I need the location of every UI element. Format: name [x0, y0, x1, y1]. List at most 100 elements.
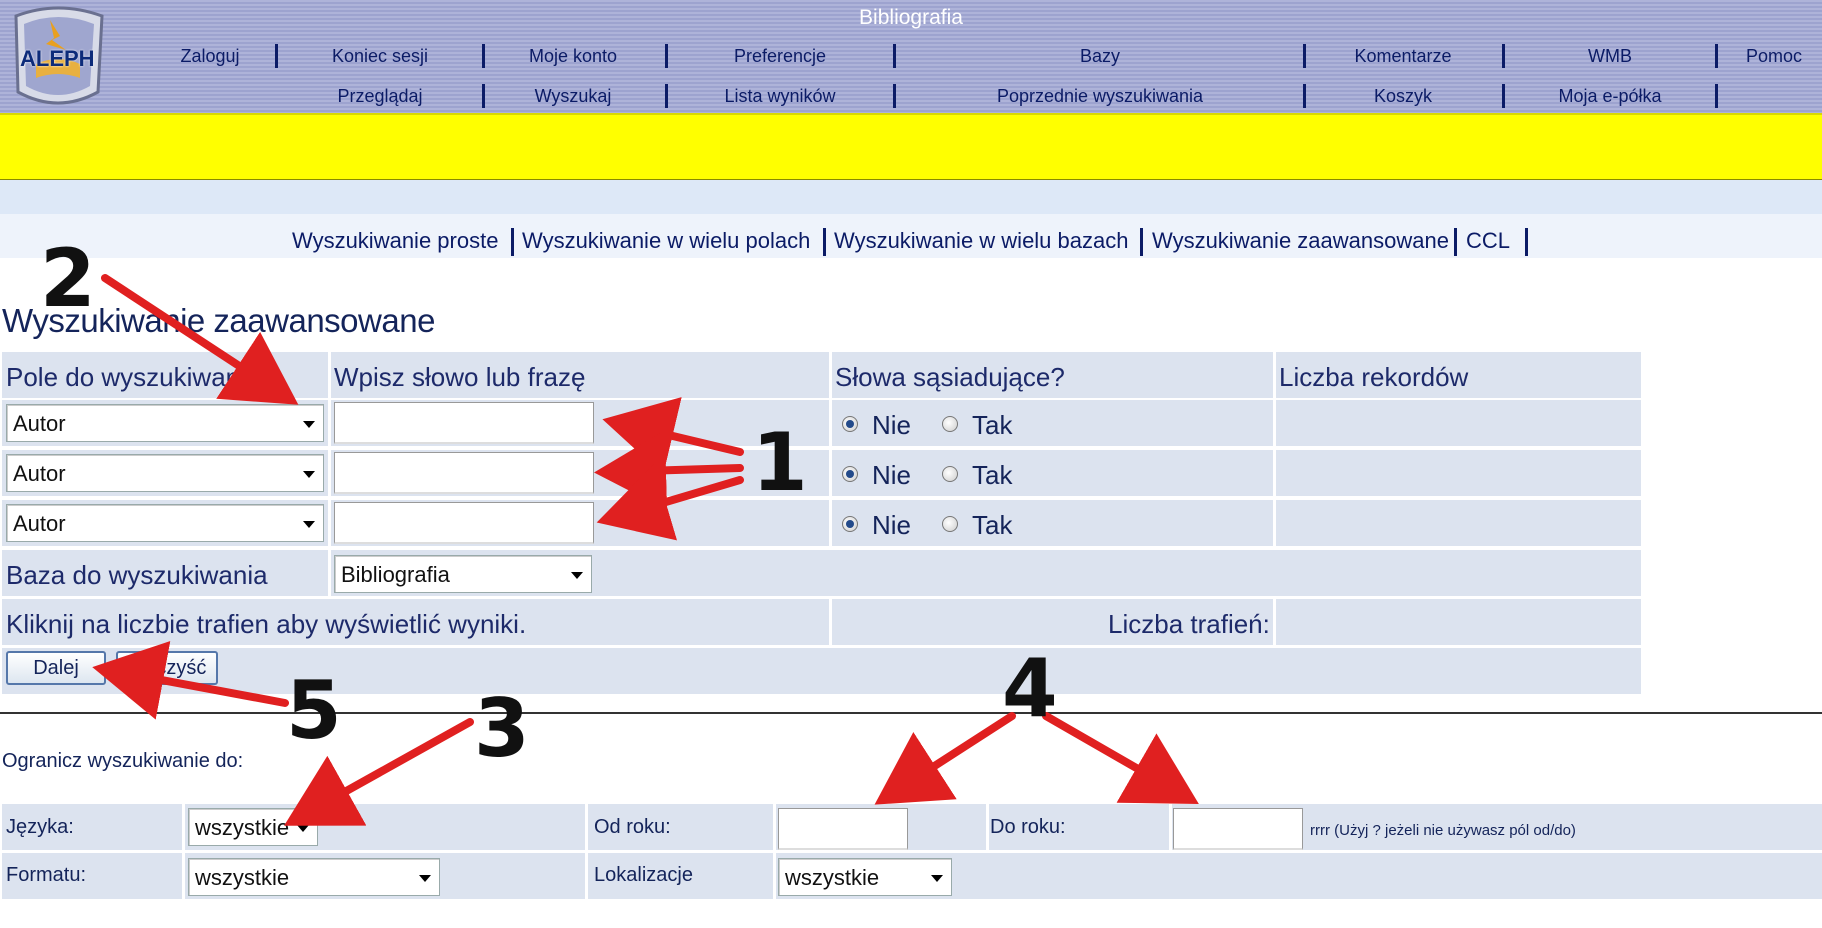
col-header-adjacent: Słowa sąsiadujące? — [835, 362, 1065, 392]
field-select-2[interactable]: Autor — [6, 454, 324, 492]
to-year-input[interactable] — [1173, 808, 1303, 850]
subnav-separator — [1454, 228, 1457, 256]
format-label: Formatu: — [6, 864, 87, 886]
language-label: Języka: — [6, 816, 74, 838]
nav-wmb[interactable]: WMB — [1588, 46, 1632, 67]
nav-results-list[interactable]: Lista wyników — [724, 86, 835, 107]
search-type-nav: Wyszukiwanie proste Wyszukiwanie w wielu… — [0, 214, 1822, 258]
field-select-value: Autor — [13, 511, 66, 536]
nav-separator — [482, 84, 485, 108]
nav-separator — [665, 84, 668, 108]
language-select-value: wszystkie — [195, 815, 290, 840]
radio-label-yes: Tak — [972, 510, 1013, 540]
nav-databases[interactable]: Bazy — [1080, 46, 1120, 67]
base-label: Baza do wyszukiwania — [6, 560, 268, 590]
dropdown-arrow-icon — [303, 471, 315, 478]
tab-simple-search[interactable]: Wyszukiwanie proste — [292, 228, 498, 254]
nav-comments[interactable]: Komentarze — [1354, 46, 1451, 67]
nav-help[interactable]: Pomoc — [1746, 46, 1802, 67]
header-bar: Bibliografia ALEPH Zaloguj Koniec sesji … — [0, 0, 1822, 113]
dropdown-arrow-icon — [419, 875, 431, 882]
annotation-1: 1 — [752, 416, 808, 509]
limit-title: Ogranicz wyszukiwanie do: — [2, 750, 244, 772]
annotation-5: 5 — [286, 664, 342, 757]
location-select-value: wszystkie — [785, 865, 880, 890]
annotation-4: 4 — [1002, 642, 1058, 735]
subnav-separator — [511, 228, 514, 256]
nav-separator — [482, 44, 485, 68]
base-select-value: Bibliografia — [341, 562, 450, 587]
tab-multi-field-search[interactable]: Wyszukiwanie w wielu polach — [522, 228, 810, 254]
field-select-1[interactable]: Autor — [6, 404, 324, 442]
base-select[interactable]: Bibliografia — [334, 555, 592, 593]
nav-separator — [893, 84, 896, 108]
from-year-label: Od roku: — [594, 816, 671, 838]
nav-search[interactable]: Wyszukaj — [535, 86, 612, 107]
annotation-2: 2 — [40, 232, 96, 325]
radio-adjacent-yes-3[interactable] — [942, 516, 958, 532]
query-input-2[interactable] — [334, 452, 594, 494]
radio-adjacent-no-3[interactable] — [842, 516, 858, 532]
dropdown-arrow-icon — [571, 572, 583, 579]
location-label: Lokalizacje — [594, 864, 693, 886]
nav-browse[interactable]: Przeglądaj — [337, 86, 422, 107]
hits-count-label: Liczba trafień: — [1108, 609, 1270, 639]
dropdown-arrow-icon — [297, 825, 309, 832]
dropdown-arrow-icon — [931, 875, 943, 882]
from-year-input[interactable] — [778, 808, 908, 850]
tab-ccl[interactable]: CCL — [1466, 228, 1510, 254]
tab-multi-base-search[interactable]: Wyszukiwanie w wielu bazach — [834, 228, 1128, 254]
col-header-field: Pole do wyszukiwania — [6, 362, 261, 392]
to-year-label: Do roku: — [990, 816, 1066, 838]
info-band — [0, 180, 1822, 214]
format-select-value: wszystkie — [195, 865, 290, 890]
nav-my-account[interactable]: Moje konto — [529, 46, 617, 67]
top-nav-row1: Zaloguj Koniec sesji Moje konto Preferen… — [0, 40, 1822, 74]
nav-separator — [1502, 84, 1505, 108]
query-input-3[interactable] — [334, 502, 594, 544]
field-select-value: Autor — [13, 461, 66, 486]
radio-adjacent-yes-1[interactable] — [942, 416, 958, 432]
nav-previous-searches[interactable]: Poprzednie wyszukiwania — [997, 86, 1203, 107]
results-hint: Kliknij na liczbie trafien aby wyświetli… — [6, 609, 527, 639]
next-button[interactable]: Dalej — [6, 651, 106, 685]
field-select-3[interactable]: Autor — [6, 504, 324, 542]
nav-separator — [1715, 44, 1718, 68]
radio-label-yes: Tak — [972, 460, 1013, 490]
tab-advanced-search[interactable]: Wyszukiwanie zaawansowane — [1152, 228, 1449, 254]
language-select[interactable]: wszystkie — [188, 808, 318, 846]
subnav-separator — [1140, 228, 1143, 256]
top-nav-row2: Przeglądaj Wyszukaj Lista wyników Poprze… — [0, 80, 1822, 114]
field-select-value: Autor — [13, 411, 66, 436]
radio-label-no: Nie — [872, 460, 912, 490]
radio-adjacent-yes-2[interactable] — [942, 466, 958, 482]
nav-separator — [1303, 84, 1306, 108]
col-header-records: Liczba rekordów — [1279, 362, 1469, 392]
radio-label-no: Nie — [872, 510, 912, 540]
nav-basket[interactable]: Koszyk — [1374, 86, 1432, 107]
nav-separator — [1502, 44, 1505, 68]
format-select[interactable]: wszystkie — [188, 858, 440, 896]
arrow-4b — [1042, 712, 1199, 804]
nav-separator — [893, 44, 896, 68]
nav-separator — [1715, 84, 1718, 108]
nav-end-session[interactable]: Koniec sesji — [332, 46, 428, 67]
nav-preferences[interactable]: Preferencje — [734, 46, 826, 67]
location-select[interactable]: wszystkie — [778, 858, 952, 896]
clear-button[interactable]: Wyczyść — [116, 651, 218, 685]
radio-adjacent-no-2[interactable] — [842, 466, 858, 482]
nav-separator — [1303, 44, 1306, 68]
page-header-title: Bibliografia — [859, 6, 963, 29]
nav-my-eshelf[interactable]: Moja e-półka — [1558, 86, 1661, 107]
col-header-query: Wpisz słowo lub frazę — [334, 362, 586, 392]
radio-adjacent-no-1[interactable] — [842, 416, 858, 432]
subnav-separator — [1525, 228, 1528, 256]
nav-login[interactable]: Zaloguj — [180, 46, 239, 67]
arrow-4a — [874, 712, 1016, 805]
query-input-1[interactable] — [334, 402, 594, 444]
yellow-banner — [0, 113, 1822, 181]
subnav-separator — [823, 228, 826, 256]
year-hint: rrrr (Użyj ? jeżeli nie używasz pól od/d… — [1310, 822, 1576, 839]
nav-separator — [275, 44, 278, 68]
divider — [0, 712, 1822, 714]
